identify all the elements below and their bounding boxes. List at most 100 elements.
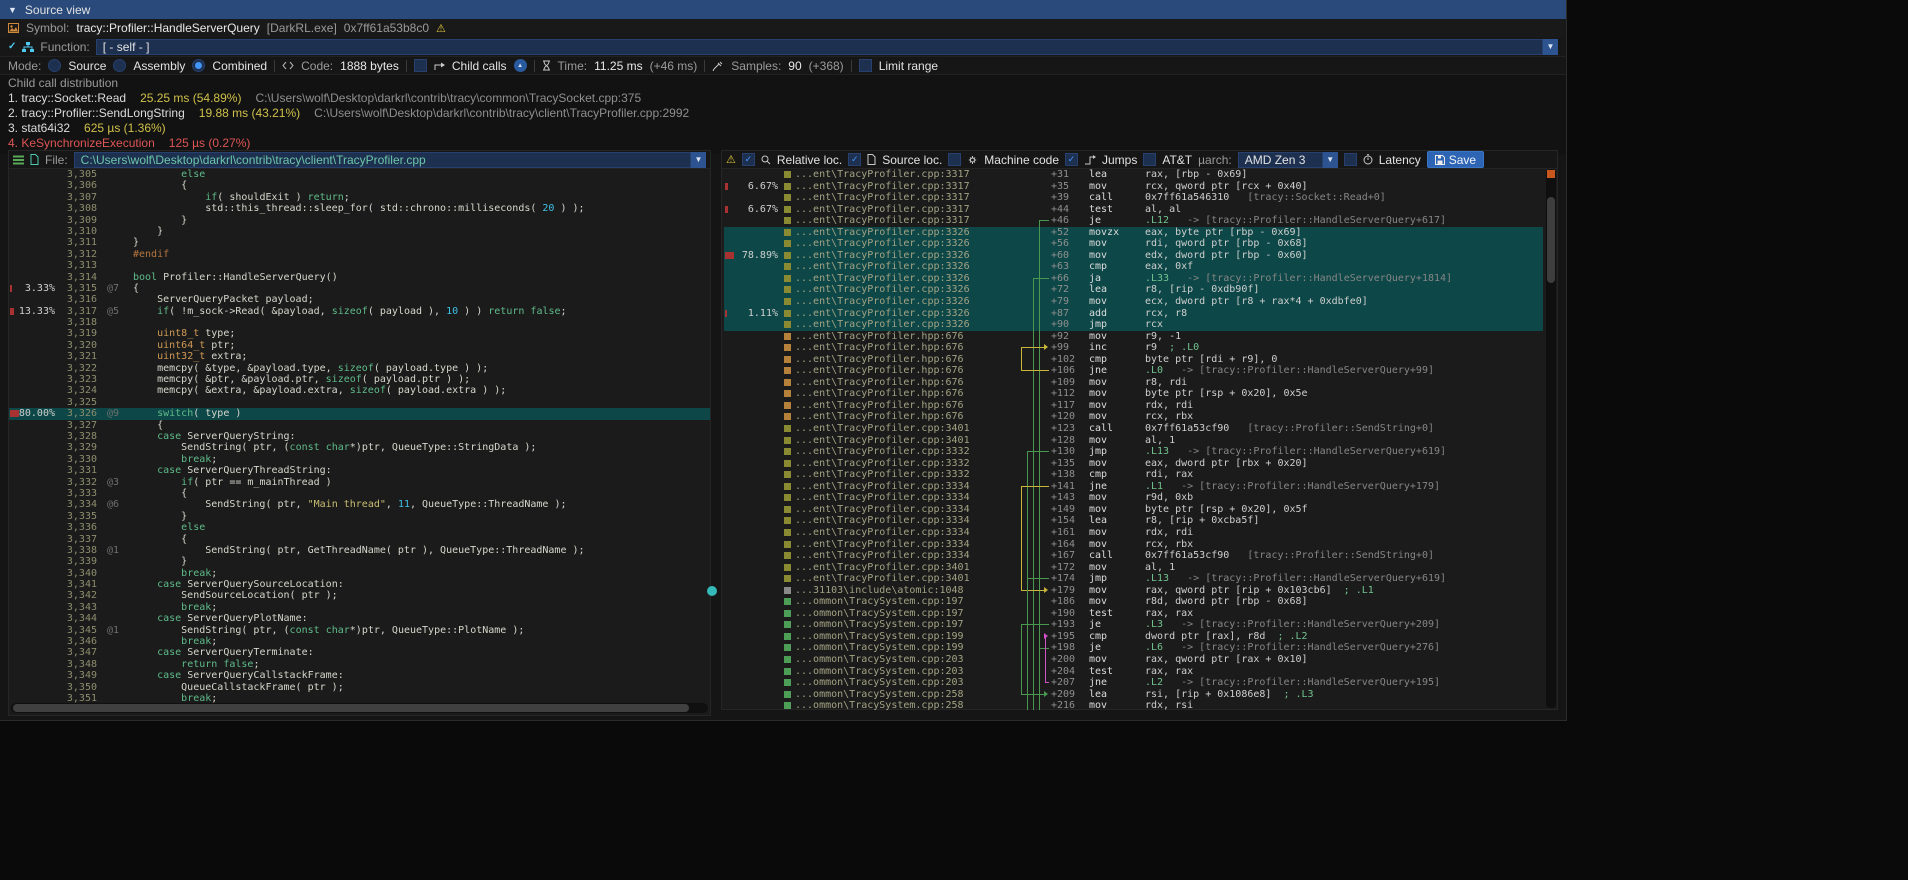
scrollbar-thumb[interactable]	[1547, 197, 1555, 283]
asm-mnemonic[interactable]: mov	[1089, 250, 1145, 262]
asm-source-loc[interactable]: ...ent\TracyProfiler.cpp:3317	[795, 169, 1017, 181]
child-call-name[interactable]: 2. tracy::Profiler::SendLongString	[8, 106, 185, 121]
asm-source-loc[interactable]: ...ent\TracyProfiler.cpp:3326	[795, 227, 1017, 239]
asm-mnemonic[interactable]: cmp	[1089, 469, 1145, 481]
source-line[interactable]: 3,319 uint8_t type;	[9, 328, 710, 339]
asm-mnemonic[interactable]: jmp	[1089, 573, 1145, 585]
save-button[interactable]: Save	[1427, 151, 1484, 168]
asm-mnemonic[interactable]: mov	[1089, 458, 1145, 470]
asm-mnemonic[interactable]: mov	[1089, 238, 1145, 250]
asm-source-loc[interactable]: ...ent\TracyProfiler.hpp:676	[795, 411, 1017, 423]
asm-row[interactable]: ...ent\TracyProfiler.cpp:3334+161movrdx,…	[724, 527, 1543, 539]
source-line[interactable]: 3,342 SendSourceLocation( ptr );	[9, 590, 710, 601]
source-line[interactable]: 3,339 }	[9, 556, 710, 567]
asm-source-loc[interactable]: ...ent\TracyProfiler.cpp:3326	[795, 284, 1017, 296]
asm-mnemonic[interactable]: mov	[1089, 411, 1145, 423]
asm-mnemonic[interactable]: test	[1089, 666, 1145, 678]
source-line[interactable]: 3,325	[9, 397, 710, 408]
file-list-icon[interactable]	[13, 155, 24, 165]
asm-mnemonic[interactable]: mov	[1089, 527, 1145, 539]
asm-row[interactable]: ...ommon\TracySystem.cpp:258+209learsi, …	[724, 689, 1543, 701]
asm-mnemonic[interactable]: mov	[1089, 492, 1145, 504]
uarch-combo[interactable]: AMD Zen 3 ▼	[1238, 152, 1338, 168]
source-line[interactable]: 3,329 SendString( ptr, (const char*)ptr,…	[9, 442, 710, 453]
mode-assembly-label[interactable]: Assembly	[133, 59, 185, 73]
source-line[interactable]: 3,321 uint32_t extra;	[9, 351, 710, 362]
asm-row[interactable]: 6.67%...ent\TracyProfiler.cpp:3317+35mov…	[724, 181, 1543, 193]
source-line[interactable]: 3,320 uint64_t ptr;	[9, 340, 710, 351]
asm-source-loc[interactable]: ...ent\TracyProfiler.cpp:3334	[795, 539, 1017, 551]
asm-mnemonic[interactable]: call	[1089, 192, 1145, 204]
asm-mnemonic[interactable]: mov	[1089, 539, 1145, 551]
child-call-entry[interactable]: 2. tracy::Profiler::SendLongString19.88 …	[8, 106, 1558, 121]
function-combo[interactable]: [ - self - ] ▼	[96, 39, 1558, 55]
asm-row[interactable]: ...ent\TracyProfiler.cpp:3326+79movecx, …	[724, 296, 1543, 308]
source-line[interactable]: 3,332@3 if( ptr == m_mainThread )	[9, 477, 710, 488]
asm-mnemonic[interactable]: mov	[1089, 596, 1145, 608]
asm-row[interactable]: ...ent\TracyProfiler.hpp:676+106jne.L0 -…	[724, 365, 1543, 377]
mode-source-label[interactable]: Source	[68, 59, 106, 73]
asm-row[interactable]: ...ent\TracyProfiler.cpp:3334+164movrcx,…	[724, 539, 1543, 551]
asm-source-loc[interactable]: ...ent\TracyProfiler.hpp:676	[795, 365, 1017, 377]
jumps-checkbox[interactable]: ✓	[1065, 153, 1078, 166]
source-line[interactable]: 3.33%3,315@7{	[9, 283, 710, 294]
asm-row[interactable]: ...ent\TracyProfiler.cpp:3317+39call0x7f…	[724, 192, 1543, 204]
asm-row[interactable]: ...ent\TracyProfiler.cpp:3332+130jmp.L13…	[724, 446, 1543, 458]
asm-mnemonic[interactable]: je	[1089, 215, 1145, 227]
collapse-up-button[interactable]: ▲	[514, 59, 527, 72]
source-line[interactable]: 3,335 }	[9, 511, 710, 522]
asm-mnemonic[interactable]: mov	[1089, 700, 1145, 710]
source-line[interactable]: 3,314bool Profiler::HandleServerQuery()	[9, 272, 710, 283]
asm-row[interactable]: ...ommon\TracySystem.cpp:203+200movrax, …	[724, 654, 1543, 666]
asm-source-loc[interactable]: ...ommon\TracySystem.cpp:197	[795, 619, 1017, 631]
asm-row[interactable]: ...ent\TracyProfiler.hpp:676+117movrdx, …	[724, 400, 1543, 412]
asm-row[interactable]: ...ent\TracyProfiler.hpp:676+112movbyte …	[724, 388, 1543, 400]
asm-row[interactable]: ...ent\TracyProfiler.cpp:3326+52movzxeax…	[724, 227, 1543, 239]
uarch-combo-value[interactable]: AMD Zen 3	[1238, 152, 1323, 168]
asm-source-loc[interactable]: ...31103\include\atomic:1048	[795, 585, 1017, 597]
asm-row[interactable]: ...ent\TracyProfiler.hpp:676+92movr9, -1	[724, 331, 1543, 343]
mode-combined-radio[interactable]	[192, 59, 205, 72]
source-line[interactable]: 3,307 if( shouldExit ) return;	[9, 192, 710, 203]
source-loc-label[interactable]: Source loc.	[882, 153, 942, 167]
asm-row[interactable]: ...ent\TracyProfiler.hpp:676+102cmpbyte …	[724, 354, 1543, 366]
asm-mnemonic[interactable]: jne	[1089, 365, 1145, 377]
asm-row[interactable]: ...ommon\TracySystem.cpp:197+193je.L3 ->…	[724, 619, 1543, 631]
asm-source-loc[interactable]: ...ent\TracyProfiler.cpp:3317	[795, 181, 1017, 193]
source-line[interactable]: 3,330 break;	[9, 454, 710, 465]
asm-mnemonic[interactable]: mov	[1089, 562, 1145, 574]
source-line[interactable]: 3,347 case ServerQueryTerminate:	[9, 647, 710, 658]
asm-source-loc[interactable]: ...ommon\TracySystem.cpp:258	[795, 689, 1017, 701]
source-line[interactable]: 80.00%3,326@9 switch( type )	[9, 408, 710, 419]
file-doc-icon[interactable]	[30, 154, 39, 165]
child-calls-checkbox[interactable]: ✓	[414, 59, 427, 72]
asm-source-loc[interactable]: ...ommon\TracySystem.cpp:203	[795, 654, 1017, 666]
asm-source-loc[interactable]: ...ent\TracyProfiler.hpp:676	[795, 377, 1017, 389]
asm-row[interactable]: 1.11%...ent\TracyProfiler.cpp:3326+87add…	[724, 308, 1543, 320]
asm-mnemonic[interactable]: mov	[1089, 377, 1145, 389]
asm-mnemonic[interactable]: mov	[1089, 331, 1145, 343]
source-line[interactable]: 3,309 }	[9, 215, 710, 226]
asm-source-loc[interactable]: ...ent\TracyProfiler.cpp:3334	[795, 504, 1017, 516]
asm-mnemonic[interactable]: cmp	[1089, 354, 1145, 366]
asm-row[interactable]: ...ommon\TracySystem.cpp:197+190testrax,…	[724, 608, 1543, 620]
asm-mnemonic[interactable]: jmp	[1089, 446, 1145, 458]
asm-row[interactable]: ...ent\TracyProfiler.cpp:3401+172moval, …	[724, 562, 1543, 574]
asm-mnemonic[interactable]: jne	[1089, 677, 1145, 689]
asm-source-loc[interactable]: ...ent\TracyProfiler.cpp:3332	[795, 458, 1017, 470]
source-line[interactable]: 3,313	[9, 260, 710, 271]
asm-row[interactable]: ...ent\TracyProfiler.cpp:3334+143movr9d,…	[724, 492, 1543, 504]
asm-source-loc[interactable]: ...ent\TracyProfiler.hpp:676	[795, 331, 1017, 343]
asm-row[interactable]: ...ent\TracyProfiler.cpp:3401+123call0x7…	[724, 423, 1543, 435]
asm-row[interactable]: ...ommon\TracySystem.cpp:197+186movr8d, …	[724, 596, 1543, 608]
asm-source-loc[interactable]: ...ent\TracyProfiler.cpp:3334	[795, 527, 1017, 539]
asm-source-loc[interactable]: ...ommon\TracySystem.cpp:199	[795, 631, 1017, 643]
mode-assembly-radio[interactable]	[113, 59, 126, 72]
source-line[interactable]: 3,349 case ServerQueryCallstackFrame:	[9, 670, 710, 681]
source-line[interactable]: 3,305 else	[9, 169, 710, 180]
att-checkbox[interactable]: ✓	[1143, 153, 1156, 166]
asm-mnemonic[interactable]: lea	[1089, 689, 1145, 701]
asm-mnemonic[interactable]: inc	[1089, 342, 1145, 354]
asm-mnemonic[interactable]: jmp	[1089, 319, 1145, 331]
asm-row[interactable]: 78.89%...ent\TracyProfiler.cpp:3326+60mo…	[724, 250, 1543, 262]
